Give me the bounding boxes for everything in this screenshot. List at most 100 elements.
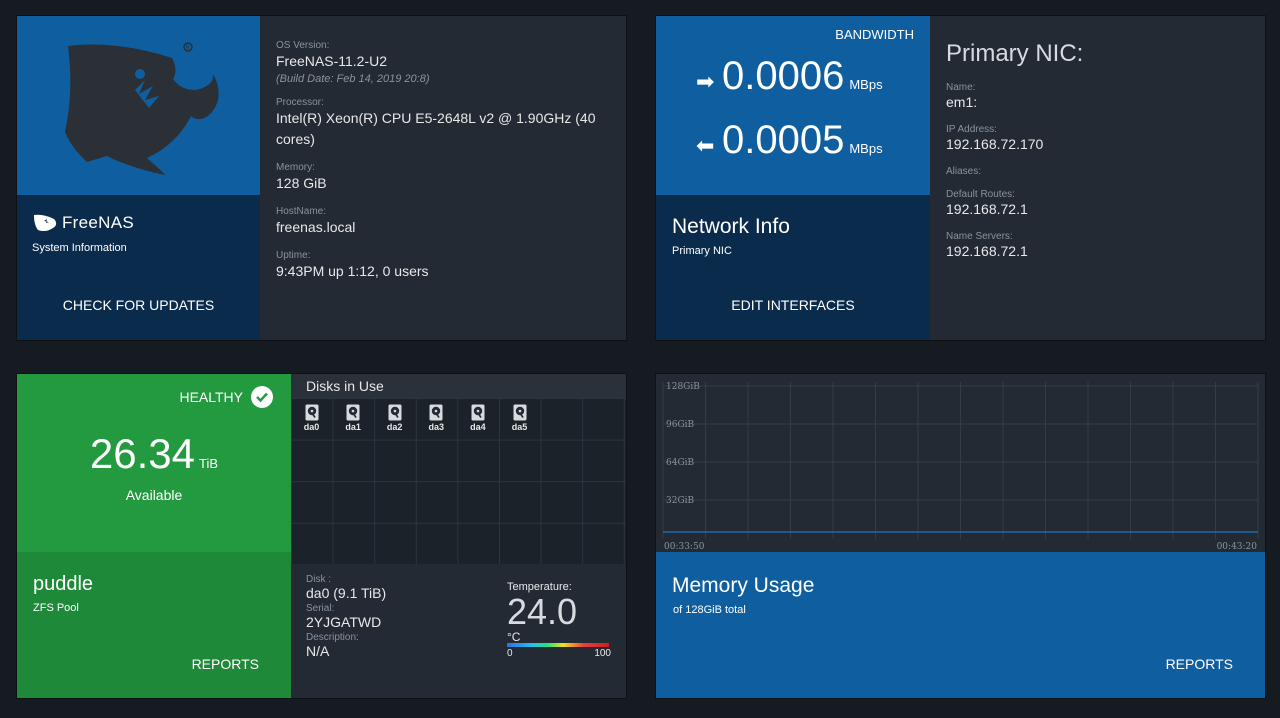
disk-serial-label: Serial: [306, 603, 335, 614]
disk-da2[interactable]: da2 [374, 404, 415, 432]
uptime-label: Uptime: [276, 250, 311, 261]
processor-label: Processor: [276, 97, 324, 108]
disk-info-panel: Disk : da0 (9.1 TiB) Serial: 2YJGATWD De… [291, 564, 626, 698]
check-circle-icon [251, 386, 273, 408]
temperature-scale-max: 100 [594, 648, 611, 659]
memory-chart-svg: 32GiB 64GiB 96GiB 128GiB 00:33:50 00:43:20 [662, 382, 1259, 552]
hard-disk-icon [429, 404, 443, 421]
default-routes-group: Default Routes: 192.168.72.1 [946, 189, 1256, 219]
disk-da4[interactable]: da4 [457, 404, 498, 432]
bandwidth-out-row: ⬅ 0.0005 MBps [696, 118, 883, 163]
disk-da1[interactable]: da1 [333, 404, 374, 432]
nic-name-group: Name: em1: [946, 82, 1256, 112]
memory-usage-chart: 32GiB 64GiB 96GiB 128GiB 00:33:50 00:43:20 [656, 374, 1265, 552]
pool-available-value: 26.34 [89, 430, 196, 477]
disk-details: Disk : da0 (9.1 TiB) Serial: 2YJGATWD De… [306, 574, 386, 661]
temperature-value: 24.0 [507, 591, 578, 632]
default-routes-value: 192.168.72.1 [946, 201, 1028, 217]
disk-label: da2 [386, 422, 403, 432]
default-routes-label: Default Routes: [946, 189, 1015, 200]
hard-disk-icon [305, 404, 318, 421]
ip-address-group: IP Address: 192.168.72.170 [946, 124, 1256, 154]
pool-health-status: HEALTHY [179, 389, 243, 405]
processor-value: Intel(R) Xeon(R) CPU E5-2648L v2 @ 1.90G… [276, 110, 596, 147]
memory-usage-title: Memory Usage [672, 574, 815, 597]
memory-value: 128 GiB [276, 175, 327, 191]
nic-name-label: Name: [946, 82, 976, 93]
network-info-footer: Network Info Primary NIC EDIT INTERFACES [656, 195, 930, 340]
hostname-group: HostName: freenas.local [276, 206, 616, 238]
brand-name: FreeNAS [62, 213, 135, 232]
uptime-value: 9:43PM up 1:12, 0 users [276, 263, 429, 279]
chart-x-tick-label: 00:33:50 [664, 542, 705, 552]
memory-group: Memory: 128 GiB [276, 162, 616, 194]
bandwidth-in-row: ➡ 0.0006 MBps [696, 54, 883, 99]
network-info-subtitle: Primary NIC [672, 245, 732, 257]
bandwidth-in-value: 0.0006 [722, 54, 845, 98]
pool-available-label: Available [125, 487, 183, 503]
disks-in-use-panel: Disks in Use da0 da1 da2 da3 da4 da5 Dis… [291, 374, 626, 698]
disk-name-value: da0 (9.1 TiB) [306, 585, 387, 601]
os-version-value: FreeNAS-11.2-U2 [276, 53, 388, 69]
disk-description-value: N/A [306, 643, 330, 659]
pool-reports-button[interactable]: REPORTS [192, 656, 259, 672]
temperature-box: Temperature: 24.0 °C 0 100 [507, 581, 611, 659]
chart-y-tick-label: 32GiB [666, 496, 695, 506]
network-info-title: Network Info [672, 215, 790, 238]
check-for-updates-button[interactable]: CHECK FOR UPDATES [17, 297, 260, 313]
bandwidth-label: BANDWIDTH [835, 27, 914, 42]
disk-da5[interactable]: da5 [499, 404, 540, 432]
nic-name-value: em1: [946, 94, 978, 110]
hostname-label: HostName: [276, 206, 327, 217]
disk-description-label: Description: [306, 632, 359, 643]
svg-text:R: R [186, 45, 190, 52]
freenas-shark-small-icon [34, 214, 57, 232]
os-version-group: OS Version: FreeNAS-11.2-U2 (Build Date:… [276, 40, 616, 85]
name-servers-label: Name Servers: [946, 231, 1013, 242]
disk-da0[interactable]: da0 [291, 404, 332, 432]
freenas-brand: FreeNAS [32, 212, 134, 234]
edit-interfaces-button[interactable]: EDIT INTERFACES [656, 297, 930, 313]
network-info-card: BANDWIDTH ➡ 0.0006 MBps ⬅ 0.0005 MBps Ne… [656, 16, 1265, 340]
disk-label: da1 [345, 422, 361, 432]
primary-nic-heading: Primary NIC: [946, 40, 1084, 67]
arrow-left-icon: ⬅ [696, 133, 715, 158]
memory-card: 32GiB 64GiB 96GiB 128GiB 00:33:50 00:43:20 M… [656, 374, 1265, 698]
memory-reports-button[interactable]: REPORTS [1166, 656, 1233, 672]
pool-status-panel: HEALTHY 26.34 TiB Available [17, 374, 291, 552]
hard-disk-icon [346, 404, 360, 421]
aliases-label: Aliases: [946, 166, 982, 177]
bandwidth-panel: BANDWIDTH ➡ 0.0006 MBps ⬅ 0.0005 MBps [656, 16, 930, 195]
pool-footer: puddle ZFS Pool REPORTS [17, 552, 291, 698]
pool-available-unit: TiB [199, 456, 219, 471]
chart-vertical-gridlines [662, 382, 1259, 539]
disk-label: da5 [511, 422, 528, 432]
aliases-group: Aliases: [946, 166, 1256, 177]
disks-grid: da0 da1 da2 da3 da4 da5 [291, 398, 626, 564]
memory-usage-footer: Memory Usage of 128GiB total REPORTS [656, 552, 1265, 698]
uptime-group: Uptime: 9:43PM up 1:12, 0 users [276, 250, 616, 282]
chart-y-tick-label: 128GiB [666, 382, 700, 392]
hard-disk-icon [513, 404, 526, 421]
arrow-right-icon: ➡ [696, 69, 715, 94]
primary-nic-panel: Primary NIC: Name: em1: IP Address: 192.… [946, 40, 1256, 273]
pool-available: 26.34 TiB [17, 430, 291, 478]
disks-header: Disks in Use [291, 374, 626, 398]
ip-address-value: 192.168.72.170 [946, 136, 1044, 152]
hostname-value: freenas.local [276, 219, 356, 235]
hard-disk-icon [471, 404, 485, 421]
disk-label: da4 [470, 422, 486, 432]
temperature-unit: °C [507, 630, 521, 644]
chart-y-tick-label: 64GiB [666, 458, 695, 468]
build-date: (Build Date: Feb 14, 2019 20:8) [276, 73, 430, 85]
disk-serial-value: 2YJGATWD [306, 614, 382, 630]
memory-label: Memory: [276, 162, 315, 173]
disk-da3[interactable]: da3 [416, 404, 457, 432]
memory-usage-subtitle: of 128GiB total [673, 604, 746, 616]
system-info-footer: FreeNAS System Information CHECK FOR UPD… [17, 195, 260, 340]
temperature-scale: 0 100 [507, 648, 611, 659]
pool-type: ZFS Pool [33, 602, 79, 614]
temperature-gradient-bar [507, 643, 609, 647]
ip-address-label: IP Address: [946, 124, 997, 135]
freenas-shark-logo: R [17, 16, 260, 195]
